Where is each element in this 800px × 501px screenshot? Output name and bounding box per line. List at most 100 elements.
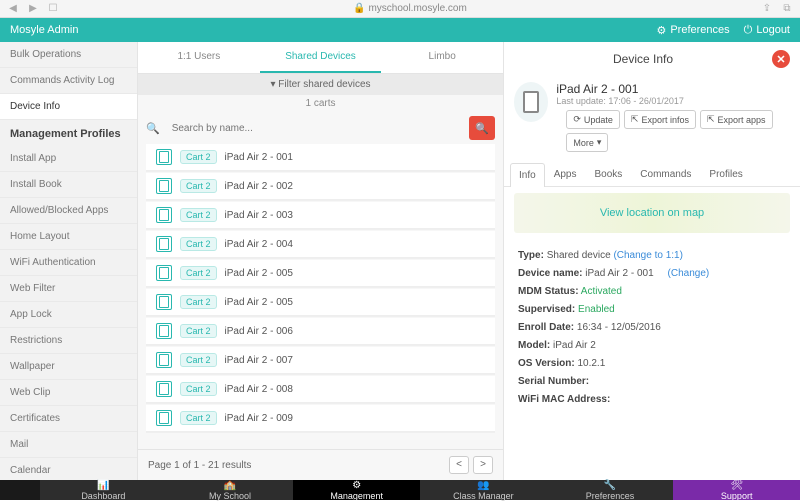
- device-name: iPad Air 2 - 001: [556, 82, 790, 96]
- gear-icon: ⚙: [656, 24, 666, 37]
- sidebar-toggle[interactable]: ☐: [46, 3, 60, 14]
- device-row[interactable]: Cart 2iPad Air 2 - 006: [146, 318, 495, 345]
- cart-badge: Cart 2: [180, 353, 217, 367]
- search-input[interactable]: [164, 118, 465, 139]
- bottom-nav-item[interactable]: 🛠Support: [673, 480, 800, 500]
- preferences-link[interactable]: ⚙Preferences: [656, 24, 729, 37]
- cart-badge: Cart 2: [180, 150, 217, 164]
- export-infos-button[interactable]: ⇱ Export infos: [624, 110, 696, 129]
- apple-icon[interactable]: [0, 480, 40, 500]
- change-type-link[interactable]: (Change to 1:1): [613, 250, 683, 261]
- device-icon: [156, 178, 172, 194]
- device-row[interactable]: Cart 2 iPad Air 2 - 007: [146, 347, 495, 374]
- search-button[interactable]: 🔍: [469, 116, 495, 140]
- nav-icon: 🔧: [604, 481, 616, 491]
- share-button[interactable]: ⇪: [760, 3, 774, 14]
- nav-icon: 👥: [477, 481, 489, 491]
- device-row[interactable]: Cart 2iPad Air 2 - 005: [146, 260, 495, 287]
- sidebar-item[interactable]: Wallpaper: [0, 354, 137, 380]
- sidebar-item[interactable]: Web Filter: [0, 276, 137, 302]
- device-row-name: iPad Air 2 - 006: [225, 326, 293, 337]
- center-tabs: 1:1 UsersShared DevicesLimbo: [138, 42, 503, 74]
- device-row-name: iPad Air 2 - 008: [225, 384, 293, 395]
- center-tab[interactable]: Limbo: [381, 42, 503, 73]
- bottom-nav-item[interactable]: ⚙Management: [293, 480, 420, 500]
- device-subtab[interactable]: Commands: [631, 162, 700, 186]
- device-list: Cart 2iPad Air 2 - 001Cart 2iPad Air 2 -…: [138, 144, 503, 449]
- pager-next[interactable]: >: [473, 456, 493, 474]
- device-icon: [156, 294, 172, 310]
- app-topbar: Mosyle Admin ⚙Preferences ⏻Logout: [0, 18, 800, 42]
- device-row[interactable]: Cart 2iPad Air 2 - 002: [146, 173, 495, 200]
- sidebar-item[interactable]: Mail: [0, 432, 137, 458]
- device-icon: [156, 410, 172, 426]
- device-row[interactable]: Cart 2iPad Air 2 - 005: [146, 289, 495, 316]
- more-button[interactable]: More ▾: [566, 133, 608, 152]
- sidebar-item[interactable]: Device Info: [0, 94, 137, 120]
- device-row-name: iPad Air 2 - 007: [225, 355, 293, 366]
- device-row[interactable]: Cart 2iPad Air 2 - 008: [146, 376, 495, 403]
- device-subtab[interactable]: Books: [585, 162, 631, 186]
- device-icon: [156, 207, 172, 223]
- device-subtab[interactable]: Apps: [545, 162, 586, 186]
- center-tab[interactable]: 1:1 Users: [138, 42, 260, 73]
- export-apps-button[interactable]: ⇱ Export apps: [700, 110, 773, 129]
- cart-badge: Cart 2: [180, 411, 217, 425]
- change-name-link[interactable]: (Change): [668, 268, 710, 279]
- url-bar[interactable]: 🔒 myschool.mosyle.com: [60, 3, 760, 14]
- bottom-nav-item[interactable]: 🔧Preferences: [547, 480, 674, 500]
- device-row[interactable]: Cart 2iPad Air 2 - 001: [146, 144, 495, 171]
- device-row[interactable]: Cart 2 iPad Air 2 - 004: [146, 231, 495, 258]
- close-icon[interactable]: ✕: [772, 50, 790, 68]
- sidebar-item[interactable]: Calendar: [0, 458, 137, 480]
- forward-button[interactable]: ▶: [26, 3, 40, 14]
- sidebar-item[interactable]: Home Layout: [0, 224, 137, 250]
- sidebar-item[interactable]: Web Clip: [0, 380, 137, 406]
- pager-prev[interactable]: <: [449, 456, 469, 474]
- bottom-nav-item[interactable]: 🏫My School: [167, 480, 294, 500]
- back-button[interactable]: ◀: [6, 3, 20, 14]
- logout-link[interactable]: ⏻Logout: [744, 24, 790, 37]
- cart-badge: Cart 2: [180, 179, 217, 193]
- sidebar-item[interactable]: Certificates: [0, 406, 137, 432]
- device-row[interactable]: Cart 2iPad Air 2 - 003: [146, 202, 495, 229]
- sidebar-profiles-header: Management Profiles: [0, 120, 137, 146]
- bottom-nav-item[interactable]: 👥Class Manager: [420, 480, 547, 500]
- device-row[interactable]: Cart 2 iPad Air 2 - 009: [146, 405, 495, 432]
- device-row-name: iPad Air 2 - 009: [225, 413, 293, 424]
- device-icon: [156, 265, 172, 281]
- sidebar-item[interactable]: Install App: [0, 146, 137, 172]
- sidebar-item[interactable]: Bulk Operations: [0, 42, 137, 68]
- device-row-name: iPad Air 2 - 004: [225, 239, 293, 250]
- bottom-nav: 📊Dashboard🏫My School⚙Management👥Class Ma…: [0, 480, 800, 500]
- device-subtab[interactable]: Info: [510, 163, 545, 187]
- device-icon: [156, 323, 172, 339]
- nav-icon: 📊: [97, 481, 109, 491]
- device-icon: [156, 149, 172, 165]
- filter-bar[interactable]: ▾ Filter shared devices: [138, 74, 503, 95]
- device-icon: [156, 381, 172, 397]
- device-thumbnail: [514, 82, 548, 122]
- cart-badge: Cart 2: [180, 266, 217, 280]
- device-subtab[interactable]: Profiles: [700, 162, 751, 186]
- sidebar-item[interactable]: WiFi Authentication: [0, 250, 137, 276]
- sidebar-item[interactable]: App Lock: [0, 302, 137, 328]
- device-icon: [156, 236, 172, 252]
- sidebar-item[interactable]: Restrictions: [0, 328, 137, 354]
- panel-title: Device Info: [514, 52, 772, 66]
- sidebar-item[interactable]: Commands Activity Log: [0, 68, 137, 94]
- pager: Page 1 of 1 - 21 results < >: [138, 449, 503, 480]
- sidebar-item[interactable]: Allowed/Blocked Apps: [0, 198, 137, 224]
- tabs-button[interactable]: ⧉: [780, 3, 794, 14]
- cart-badge: Cart 2: [180, 295, 217, 309]
- view-location-link[interactable]: View location on map: [514, 193, 790, 233]
- cart-badge: Cart 2: [180, 237, 217, 251]
- sidebar: Bulk OperationsCommands Activity LogDevi…: [0, 42, 138, 480]
- power-icon: ⏻: [744, 24, 753, 37]
- update-button[interactable]: ⟳ Update: [566, 110, 620, 129]
- browser-chrome: ◀ ▶ ☐ 🔒 myschool.mosyle.com ⇪ ⧉: [0, 0, 800, 18]
- sidebar-item[interactable]: Install Book: [0, 172, 137, 198]
- bottom-nav-item[interactable]: 📊Dashboard: [40, 480, 167, 500]
- pager-text: Page 1 of 1 - 21 results: [148, 460, 251, 471]
- center-tab[interactable]: Shared Devices: [260, 42, 382, 73]
